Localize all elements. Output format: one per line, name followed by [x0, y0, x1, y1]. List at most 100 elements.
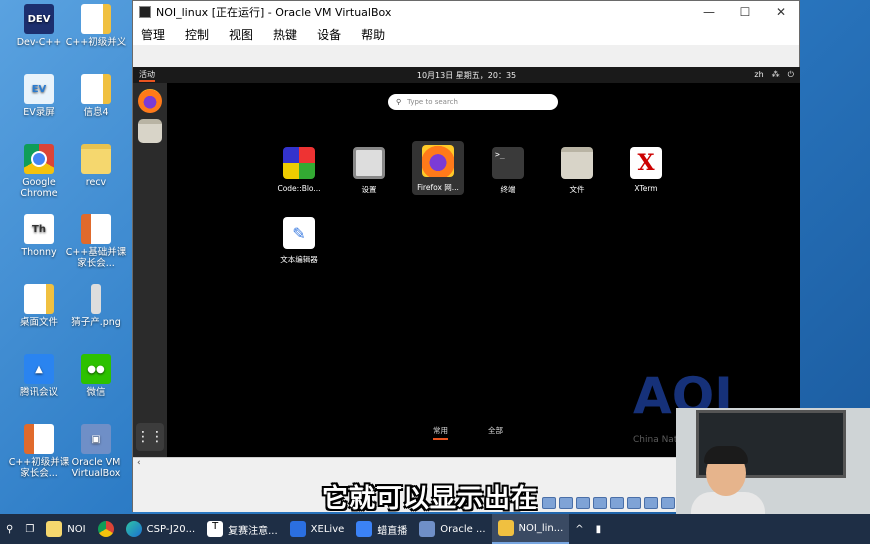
menu-view[interactable]: 视图: [229, 26, 253, 43]
task-view-button[interactable]: ❐: [19, 514, 40, 544]
taskbar-item-noi[interactable]: NOI: [40, 514, 91, 544]
window-title: NOI_linux [正在运行] - Oracle VM VirtualBox: [156, 6, 392, 19]
app-terminal[interactable]: >_ 终端: [482, 147, 534, 195]
usb-icon[interactable]: [593, 497, 607, 509]
taskbar-item-noi-linux[interactable]: NOI_lin...: [491, 514, 570, 544]
desktop-icon-recv[interactable]: recv: [65, 144, 127, 188]
desktop-icon-ppt2[interactable]: C++初级并课家长会...: [8, 424, 70, 479]
document-icon: [24, 284, 54, 314]
desktop-icon-wechat[interactable]: ●● 微信: [65, 354, 127, 398]
show-applications-icon[interactable]: ⋮⋮: [136, 423, 164, 451]
tab-frequent[interactable]: 常用: [433, 425, 448, 440]
app-settings[interactable]: 设置: [343, 147, 395, 195]
app-label: 文件: [569, 185, 585, 194]
taskbar-item-chrome[interactable]: [92, 514, 120, 544]
app-label: 文本编辑器: [280, 255, 318, 264]
desktop-icon-label: Oracle VM VirtualBox: [71, 457, 121, 479]
codeblocks-icon: [283, 147, 315, 179]
files-icon[interactable]: [138, 119, 162, 143]
taskbar-item-virtualbox[interactable]: Oracle ...: [413, 514, 491, 544]
menu-manage[interactable]: 管理: [141, 26, 165, 43]
app-label: 设置: [361, 185, 377, 194]
typora-icon: T: [207, 521, 224, 537]
taskbar-item-xelive[interactable]: XELive: [284, 514, 351, 544]
desktop-icon-label: C++初级并义: [65, 37, 127, 48]
scroll-left-icon[interactable]: ‹: [137, 458, 141, 468]
desktop-icon-ppt1[interactable]: C++基础并课家长会...: [65, 214, 127, 269]
desktop-icon-cpp-doc[interactable]: C++初级并义: [65, 4, 127, 48]
desktop-icon-png[interactable]: 猜子产.png: [65, 284, 127, 328]
app-files[interactable]: 文件: [551, 147, 603, 195]
network-adapter-icon[interactable]: [576, 497, 590, 509]
firefox-icon[interactable]: [138, 89, 162, 113]
microphone-icon: ▮: [595, 523, 602, 535]
power-icon[interactable]: ⏻: [788, 70, 794, 80]
menu-help[interactable]: 帮助: [361, 26, 385, 43]
recording-icon[interactable]: [644, 497, 658, 509]
clock[interactable]: 10月13日 星期五，20：35: [133, 70, 800, 81]
desktop-icon-label: recv: [85, 177, 107, 188]
menu-devices[interactable]: 设备: [317, 26, 341, 43]
search-button[interactable]: ⚲: [0, 514, 19, 544]
search-input[interactable]: ⚲ Type to search: [388, 94, 558, 110]
ppt-icon: [81, 214, 111, 244]
app-text-editor[interactable]: ✎ 文本编辑器: [273, 217, 325, 265]
taskbar-item-typora[interactable]: T 复赛注意...: [201, 514, 284, 544]
taskbar-label: 蜡直播: [377, 525, 408, 537]
taskbar-item-live[interactable]: 蜡直播: [350, 514, 413, 544]
desktop-icon-chrome[interactable]: Google Chrome: [8, 144, 70, 199]
search-icon: ⚲: [6, 523, 14, 535]
window-titlebar[interactable]: NOI_linux [正在运行] - Oracle VM VirtualBox …: [133, 1, 799, 23]
desktop-icon-label: 腾讯会议: [19, 387, 58, 398]
app-xterm[interactable]: X XTerm: [620, 147, 672, 193]
close-button[interactable]: ✕: [763, 5, 799, 19]
tab-all[interactable]: 全部: [488, 425, 503, 440]
tray-mic[interactable]: ▮: [590, 514, 608, 544]
virtualbox-icon: [419, 521, 436, 537]
menu-control[interactable]: 控制: [185, 26, 209, 43]
display-icon[interactable]: [627, 497, 641, 509]
desktop-icon-label: 信息4: [83, 107, 109, 118]
task-view-icon: ❐: [25, 523, 35, 535]
app-codeblocks[interactable]: Code::Blo...: [273, 147, 325, 193]
taskbar-label: NOI: [67, 523, 86, 535]
app-grid-tabs: 常用 全部: [433, 425, 503, 440]
toolbar-spacer: [133, 45, 799, 67]
minimize-button[interactable]: —: [691, 5, 727, 19]
desktop-icon-virtualbox[interactable]: ▣ Oracle VM VirtualBox: [65, 424, 127, 479]
desktop-icon-devcpp[interactable]: DEV Dev-C++: [8, 4, 70, 48]
document-icon: [81, 4, 111, 34]
wechat-icon: ●●: [81, 354, 111, 384]
app-label: Firefox 网...: [417, 183, 459, 192]
cpu-icon[interactable]: [661, 497, 675, 509]
desktop-icon-label: C++初级并课家长会...: [8, 457, 70, 479]
taskbar-item-edge[interactable]: CSP-J20...: [120, 514, 202, 544]
network-icon[interactable]: ⁂: [772, 70, 780, 80]
desktop-icon-tencent[interactable]: ▲ 腾讯会议: [8, 354, 70, 398]
shared-folder-icon[interactable]: [610, 497, 624, 509]
gnome-top-bar: 活动 10月13日 星期五，20：35 zh ⁂ ⏻: [133, 67, 800, 83]
edge-icon: [125, 521, 142, 537]
activities-button[interactable]: 活动: [139, 69, 155, 82]
desktop-icon-desktop-files[interactable]: 桌面文件: [8, 284, 70, 328]
menu-bar: 管理 控制 视图 热键 设备 帮助: [133, 23, 799, 45]
input-method-indicator[interactable]: zh: [754, 70, 763, 80]
menu-hotkeys[interactable]: 热键: [273, 26, 297, 43]
guest-screen[interactable]: 活动 10月13日 星期五，20：35 zh ⁂ ⏻ ⋮⋮ ⚲ Type to …: [133, 67, 800, 457]
optical-drive-icon[interactable]: [542, 497, 556, 509]
dock: ⋮⋮: [133, 83, 167, 457]
tray-overflow-button[interactable]: ^: [569, 514, 589, 544]
app-firefox[interactable]: Firefox 网...: [412, 141, 464, 195]
status-indicators: [542, 497, 675, 509]
document-icon: [81, 74, 111, 104]
desktop-icon-ev[interactable]: EV EV录屏: [8, 74, 70, 118]
audio-icon[interactable]: [559, 497, 573, 509]
taskbar-label: CSP-J20...: [146, 523, 196, 535]
desktop-icon-info4[interactable]: 信息4: [65, 74, 127, 118]
xelive-icon: [289, 521, 306, 537]
maximize-button[interactable]: ☐: [727, 5, 763, 19]
desktop-icon-thonny[interactable]: Th Thonny: [8, 214, 70, 258]
desktop-icon-label: Dev-C++: [16, 37, 62, 48]
webcam-overlay: [676, 408, 870, 514]
live-icon: [356, 521, 373, 537]
